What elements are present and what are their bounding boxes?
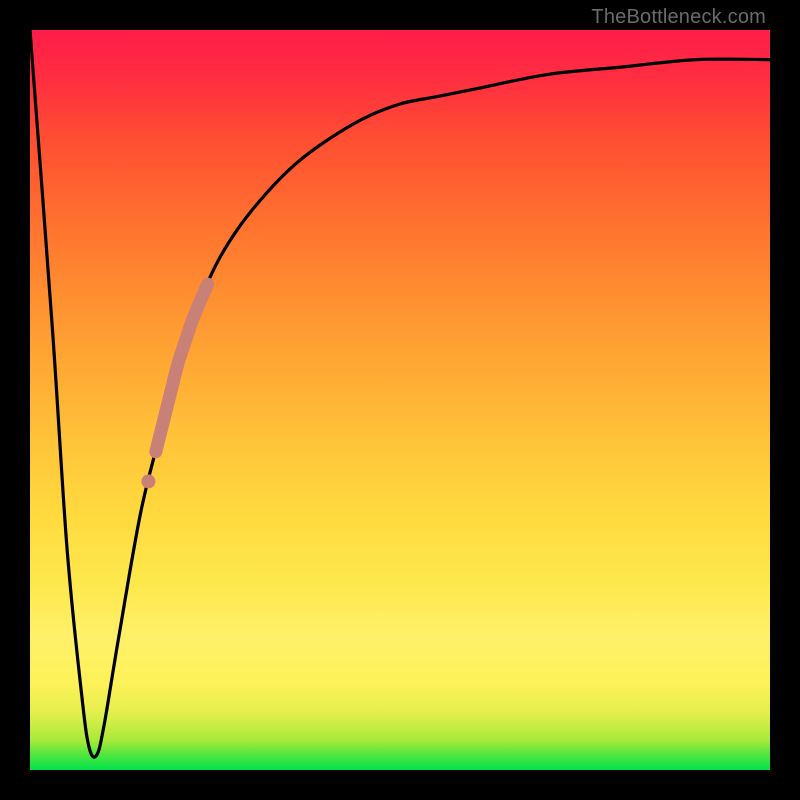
plot-area (30, 30, 770, 770)
bottleneck-curve-svg (30, 30, 770, 770)
bottleneck-curve (30, 30, 770, 757)
chart-frame: TheBottleneck.com (0, 0, 800, 800)
highlight-segment (156, 284, 208, 452)
watermark-text: TheBottleneck.com (591, 6, 766, 29)
highlight-dot (141, 474, 155, 488)
